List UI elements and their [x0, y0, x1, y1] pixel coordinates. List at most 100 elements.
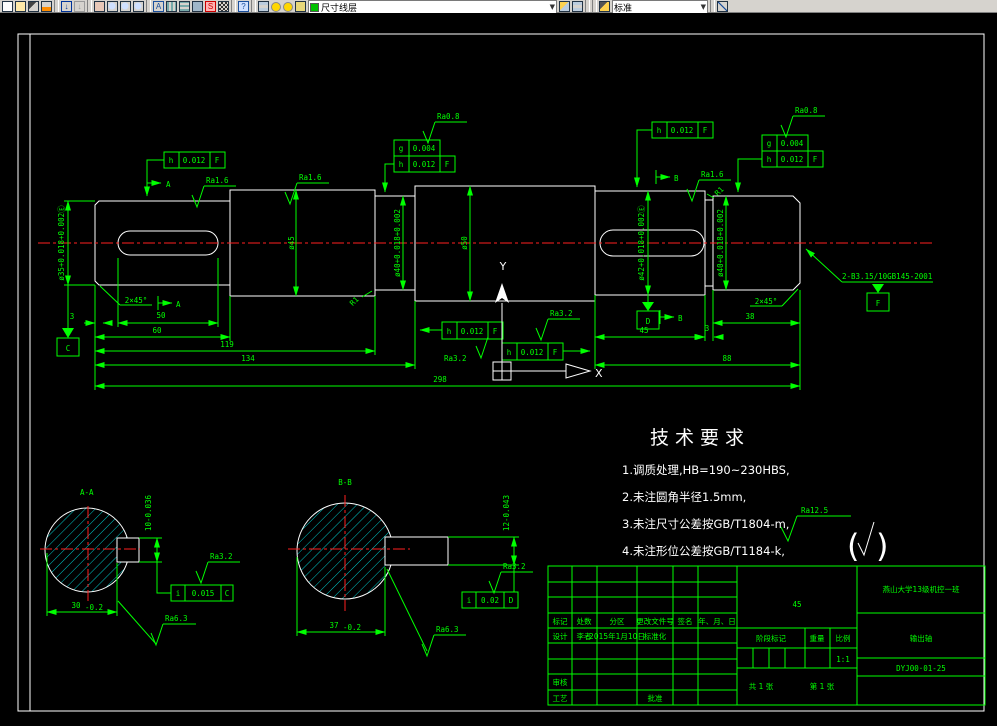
surface-finish-marks: Ra1.6 Ra1.6 Ra1.6 Ra0.8 Ra0.8 Ra3.2 Ra3.…	[191, 106, 825, 363]
ucs-x-arrow	[565, 363, 592, 379]
toolbar-separator	[87, 0, 92, 12]
dimension-lines	[65, 185, 801, 389]
section-b-ra63: Ra6.3	[436, 625, 459, 634]
dia-seg2: ø45	[287, 236, 296, 250]
tb-sheet-no: 第 1 张	[810, 681, 835, 691]
svg-text:0.004: 0.004	[413, 144, 436, 153]
icon-pencil-edit[interactable]	[28, 1, 39, 12]
section-a-keyway-dim: 10-0.036	[144, 494, 153, 531]
icon-help[interactable]: ?	[238, 1, 249, 12]
icon-layer-freeze-bulb[interactable]	[283, 2, 293, 12]
tech-req-item-4: 4.未注形位公差按GB/T1184-k,	[622, 544, 785, 558]
toolbar-separator	[231, 0, 236, 12]
dia-seg4: ø50	[460, 236, 469, 250]
icon-text-style[interactable]: A	[153, 1, 164, 12]
ra16-2: Ra1.6	[299, 173, 322, 182]
center-hole-note: 2-B3.15/10GB145-2001	[805, 248, 933, 283]
tb-scale-label: 比例	[836, 633, 851, 643]
icon-layer-on-bulb[interactable]	[271, 2, 281, 12]
section-a-ra32: Ra3.2	[210, 552, 233, 561]
icon-redo[interactable]: ↓	[74, 1, 85, 12]
toolbar-separator	[54, 0, 59, 12]
toolbar-separator	[710, 0, 715, 12]
dim-134: 134	[241, 354, 255, 363]
svg-text:0.004: 0.004	[781, 139, 804, 148]
tb-scale-value: 1:1	[836, 655, 850, 664]
section-a: A-A 30 -0.2 10-0.036 i 0.015 C Ra3.2 Ra6…	[40, 488, 240, 647]
tb-date: 2015年1月10日	[589, 631, 645, 641]
layer-color-swatch	[310, 2, 319, 12]
layer-dropdown-value: 尺寸线层	[321, 3, 358, 14]
tb-approve-label: 批准	[648, 693, 663, 703]
tb-header-mark: 标记	[553, 616, 568, 626]
dia-seg5: ø42+0.018+0.002Ⓔ	[637, 205, 646, 281]
icon-new-file[interactable]	[2, 1, 13, 12]
dim-60: 60	[152, 326, 162, 335]
svg-text:0.012: 0.012	[413, 160, 436, 169]
style-dropdown-value: 标准	[614, 3, 633, 14]
datum-d: D	[646, 317, 651, 326]
gdt-frame-1: h 0.012 F	[144, 151, 226, 197]
title-block: 标记 处数 分区 更改文件号 签名 年、月、日 设计 李者 2015年1月10日…	[547, 565, 986, 706]
svg-text:0.012: 0.012	[183, 156, 206, 165]
icon-layer-properties[interactable]	[258, 1, 269, 12]
section-b: B-B 37 -0.2 12-0.043 i 0.02 D Ra3.2 Ra6.…	[288, 478, 533, 658]
svg-text:0.012: 0.012	[671, 126, 694, 135]
icon-dim-style[interactable]	[717, 1, 728, 12]
svg-text:0.012: 0.012	[461, 327, 484, 336]
dim-3-right: 3	[705, 324, 710, 333]
tb-stage-label: 阶段标记	[756, 633, 786, 643]
svg-text:h: h	[657, 126, 662, 135]
tb-process-label: 工艺	[553, 694, 568, 703]
chevron-down-icon: ▼	[549, 3, 555, 11]
technical-requirements: 技术要求 1.调质处理,HB=190~230HBS, 2.未注圆角半径1.5mm…	[622, 427, 888, 565]
icon-hatch-grid[interactable]	[218, 1, 229, 12]
svg-text:h: h	[767, 155, 772, 164]
layer-dropdown[interactable]: 尺寸线层 ▼	[308, 0, 557, 14]
icon-pan-hand[interactable]	[94, 1, 105, 12]
section-a-keyway	[116, 537, 140, 563]
svg-text:h: h	[169, 156, 174, 165]
icon-layer-previous[interactable]	[572, 1, 583, 12]
cad-canvas[interactable]: 3 50 60 119 134 298 45 3 38 88 ø35+0.018…	[0, 13, 997, 726]
icon-render[interactable]	[192, 1, 203, 12]
icon-properties-painter[interactable]	[599, 1, 610, 12]
icon-sheet-set[interactable]: S	[205, 1, 216, 12]
icon-table-style[interactable]	[179, 1, 190, 12]
tb-header-zone: 分区	[610, 617, 625, 626]
section-b-title: B-B	[338, 478, 352, 487]
ra08-2: Ra0.8	[795, 106, 818, 115]
icon-fill-color[interactable]	[41, 1, 52, 12]
svg-text:2-B3.15/10GB145-2001: 2-B3.15/10GB145-2001	[842, 272, 932, 281]
svg-text:F: F	[445, 160, 450, 169]
icon-layer-lock[interactable]	[295, 1, 306, 12]
dim-298: 298	[433, 375, 447, 384]
tech-req-item-1: 1.调质处理,HB=190~230HBS,	[622, 463, 790, 477]
ra16-3: Ra1.6	[701, 170, 724, 179]
section-a-ra63: Ra6.3	[165, 614, 188, 623]
icon-zoom-realtime[interactable]	[107, 1, 118, 12]
svg-text:F: F	[703, 126, 708, 135]
icon-zoom-previous[interactable]	[133, 1, 144, 12]
cut-b-top: B	[674, 174, 679, 183]
icon-dim-grid[interactable]	[166, 1, 177, 12]
section-b-ra32: Ra3.2	[503, 562, 526, 571]
sheet-frame	[17, 33, 985, 712]
icon-zoom-window[interactable]	[120, 1, 131, 12]
ucs-y-label: Y	[499, 260, 507, 273]
tb-standard-label: 标准化	[644, 631, 667, 641]
icon-make-object-layer-current[interactable]	[559, 1, 570, 12]
style-dropdown[interactable]: 标准 ▼	[612, 0, 708, 14]
fillet-r1-left: R1	[348, 295, 361, 308]
section-a-title: A-A	[80, 488, 94, 497]
icon-undo[interactable]: ↓	[61, 1, 72, 12]
svg-text:F: F	[553, 348, 558, 357]
icon-open-file[interactable]	[15, 1, 26, 12]
svg-text:F: F	[493, 327, 498, 336]
chamfer-right-label: 2×45°	[755, 297, 778, 306]
svg-text:0.02: 0.02	[481, 596, 499, 605]
section-b-depth: 37	[329, 621, 338, 630]
tb-check-label: 审核	[553, 677, 568, 687]
dim-3-left: 3	[70, 312, 75, 321]
tb-material: 45	[792, 600, 801, 609]
